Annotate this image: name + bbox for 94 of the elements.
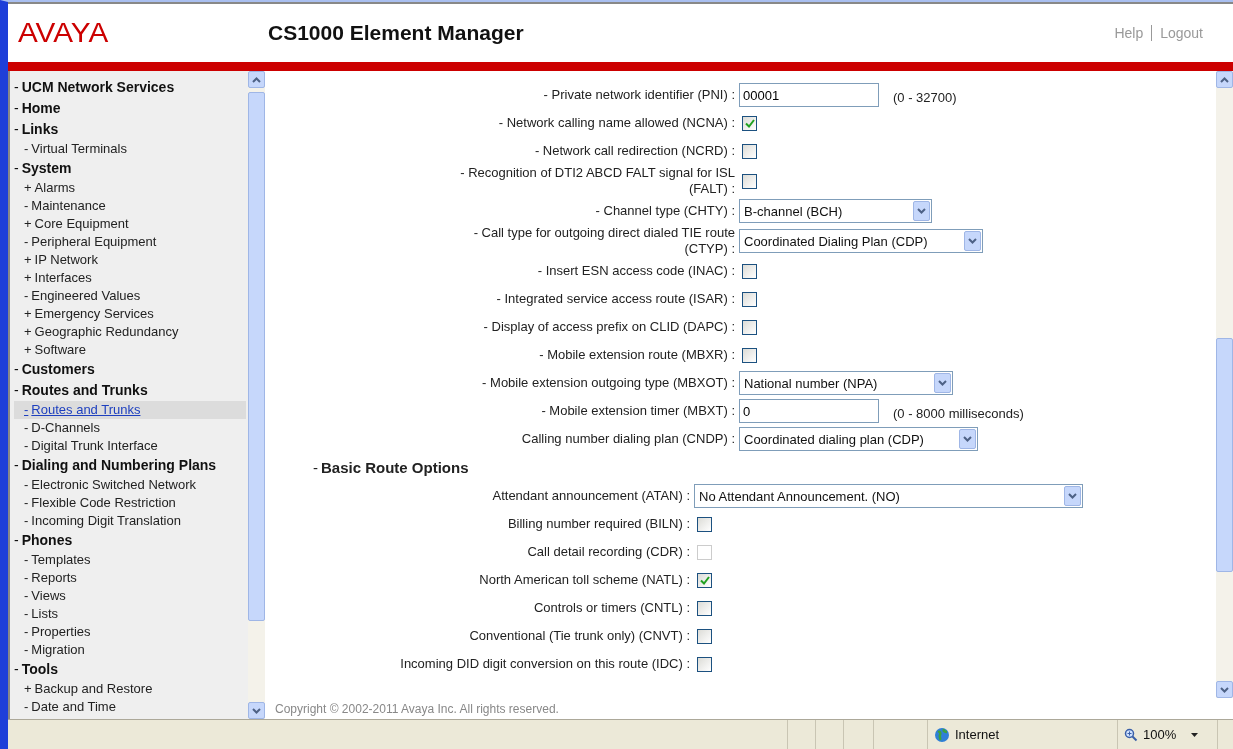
field-label: Attendant announcement (ATAN) :: [491, 488, 691, 504]
nav-item[interactable]: + IP Network: [14, 251, 246, 269]
nav-item[interactable]: - Reports: [14, 569, 246, 587]
nav-item[interactable]: - Templates: [14, 551, 246, 569]
zone-label: Internet: [955, 727, 1000, 742]
nav-item[interactable]: - Peripheral Equipment: [14, 233, 246, 251]
dropdown[interactable]: National number (NPA): [739, 371, 953, 395]
nav-item[interactable]: - Incoming Digit Translation: [14, 512, 246, 530]
field-label: - Mobile extension outgoing type (MBXOT) :: [481, 375, 736, 391]
checkbox[interactable]: [697, 572, 712, 588]
nav-item[interactable]: - Routes and Trunks: [14, 401, 246, 419]
chevron-down-icon[interactable]: [1220, 686, 1229, 693]
scrollbar[interactable]: [248, 71, 265, 719]
zoom-level[interactable]: 100%: [1143, 727, 1177, 742]
field-label: - Recognition of DTI2 ABCD FALT signal for ISL (FALT) :: [459, 165, 736, 197]
checkbox[interactable]: [742, 173, 757, 189]
checkbox[interactable]: [742, 291, 757, 307]
dropdown[interactable]: Coordinated Dialing Plan (CDP): [739, 229, 983, 253]
dropdown[interactable]: No Attendant Announcement. (NO): [694, 484, 1083, 508]
nav-section[interactable]: - Routes and Trunks: [14, 380, 248, 401]
caret-icon[interactable]: [1191, 732, 1199, 737]
chevron-up-icon[interactable]: [1220, 76, 1229, 83]
nav-section[interactable]: - Phones: [14, 530, 248, 551]
nav-item[interactable]: + Software: [14, 341, 246, 359]
nav-item[interactable]: - Virtual Terminals: [14, 140, 246, 158]
nav-item[interactable]: - Flexible Code Restriction: [14, 494, 246, 512]
copyright: Copyright © 2002-2011 Avaya Inc. All rights reserved.: [274, 701, 560, 718]
nav-item[interactable]: - Lists: [14, 605, 246, 623]
field-label: - Call type for outgoing direct dialed TIE route (CTYP) :: [472, 225, 736, 257]
checkbox[interactable]: [742, 347, 757, 363]
field-label: - Integrated service access route (ISAR) :: [495, 291, 736, 307]
field-label: - Display of access prefix on CLID (DAPC) :: [482, 319, 736, 335]
chevron-down-icon[interactable]: [917, 208, 926, 214]
text-field[interactable]: 00001: [739, 83, 879, 107]
checkbox[interactable]: [742, 115, 757, 131]
field-label: - Private network identifier (PNI) :: [542, 87, 736, 103]
nav-item[interactable]: + Emergency Services: [14, 305, 246, 323]
nav-item[interactable]: - Electronic Switched Network: [14, 476, 246, 494]
field-label: - Mobile extension timer (MBXT) :: [540, 403, 736, 419]
nav-section[interactable]: - UCM Network Services: [14, 77, 248, 98]
checkbox[interactable]: [697, 600, 712, 616]
nav-item[interactable]: + Core Equipment: [14, 215, 246, 233]
field-label: North American toll scheme (NATL) :: [478, 572, 691, 588]
checkbox[interactable]: [742, 143, 757, 159]
text-field[interactable]: 0: [739, 399, 879, 423]
checkbox[interactable]: [697, 656, 712, 672]
nav-item[interactable]: + Interfaces: [14, 269, 246, 287]
dropdown[interactable]: B-channel (BCH): [739, 199, 932, 223]
nav-item[interactable]: + Geographic Redundancy: [14, 323, 246, 341]
nav-section[interactable]: - Home: [14, 98, 248, 119]
nav-item[interactable]: + Alarms: [14, 179, 246, 197]
nav-item[interactable]: - Digital Trunk Interface: [14, 437, 246, 455]
globe-icon: [934, 726, 950, 743]
field-label: Incoming DID digit conversion on this route (IDC) :: [399, 656, 691, 672]
nav-item[interactable]: - Engineered Values: [14, 287, 246, 305]
zoom-icon: [1124, 727, 1138, 742]
field-label: - Mobile extension route (MBXR) :: [538, 347, 736, 363]
chevron-down-icon[interactable]: [938, 380, 947, 386]
chevron-down-icon[interactable]: [252, 707, 261, 714]
field-label: Call detail recording (CDR) :: [526, 544, 691, 560]
field-label: Calling number dialing plan (CNDP) :: [520, 431, 736, 447]
nav-section[interactable]: - Links: [14, 119, 248, 140]
nav-item[interactable]: - D-Channels: [14, 419, 246, 437]
nav-section[interactable]: - Dialing and Numbering Plans: [14, 455, 248, 476]
nav-section[interactable]: - Tools: [14, 659, 248, 680]
checkbox[interactable]: [742, 263, 757, 279]
app-title: CS1000 Element Manager: [268, 21, 525, 45]
chevron-down-icon[interactable]: [968, 238, 977, 244]
chevron-down-icon[interactable]: [1068, 493, 1077, 499]
checkbox[interactable]: [742, 319, 757, 335]
field-label: - Network calling name allowed (NCNA) :: [497, 115, 736, 131]
section-heading: - Basic Route Options: [312, 458, 470, 478]
nav-item[interactable]: - Migration: [14, 641, 246, 659]
field-label: - Network call redirection (NCRD) :: [533, 143, 736, 159]
field-label: Billing number required (BILN) :: [506, 516, 691, 532]
field-label: - Insert ESN access code (INAC) :: [536, 263, 736, 279]
nav-item[interactable]: - Maintenance: [14, 197, 246, 215]
field-label: Conventional (Tie trunk only) (CNVT) :: [468, 628, 691, 644]
checkbox[interactable]: [697, 628, 712, 644]
checkbox[interactable]: [697, 516, 712, 532]
nav-item[interactable]: - Properties: [14, 623, 246, 641]
nav-section[interactable]: - Customers: [14, 359, 248, 380]
scrollbar[interactable]: [1216, 71, 1233, 698]
nav-item[interactable]: + Backup and Restore: [14, 680, 246, 698]
field-label: - Channel type (CHTY) :: [594, 203, 736, 219]
range-note: (0 - 32700): [893, 89, 957, 105]
chevron-up-icon[interactable]: [252, 76, 261, 83]
dropdown[interactable]: Coordinated dialing plan (CDP): [739, 427, 978, 451]
field-label: Controls or timers (CNTL) :: [532, 600, 691, 616]
chevron-down-icon[interactable]: [963, 436, 972, 442]
range-note: (0 - 8000 milliseconds): [893, 405, 1024, 421]
nav-item[interactable]: - Views: [14, 587, 246, 605]
nav-section[interactable]: - System: [14, 158, 248, 179]
nav-item[interactable]: - Date and Time: [14, 698, 246, 716]
